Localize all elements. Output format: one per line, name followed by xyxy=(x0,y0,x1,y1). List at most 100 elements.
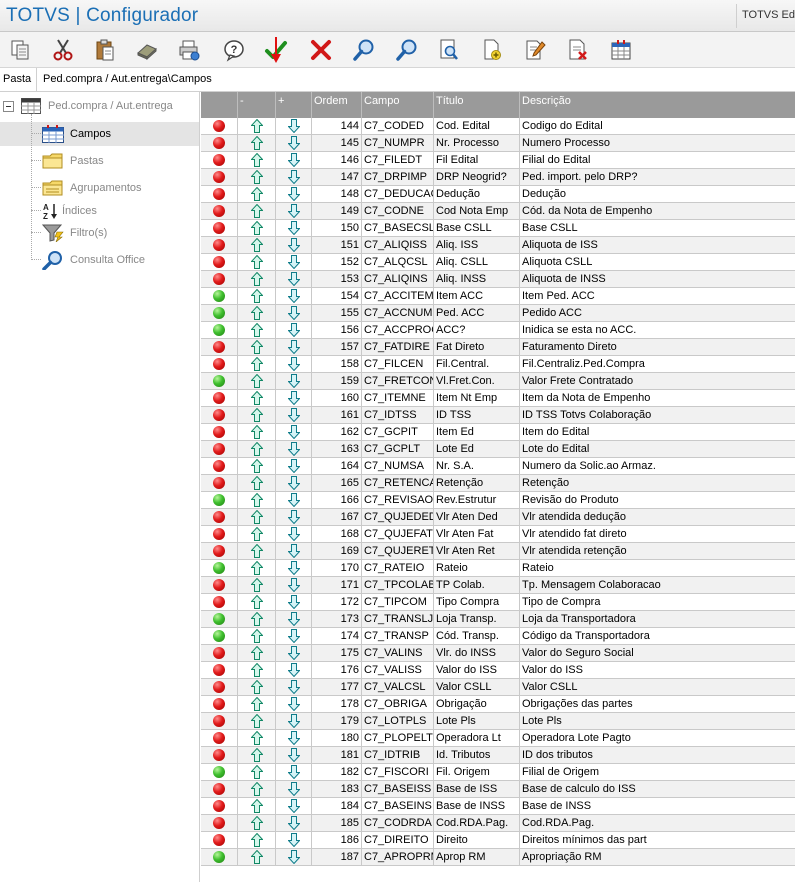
arrow-down-icon[interactable] xyxy=(287,442,301,457)
move-up-cell[interactable] xyxy=(238,543,276,560)
table-row[interactable]: 181 C7_IDTRIB Id. Tributos ID dos tributos xyxy=(201,747,795,764)
arrow-down-icon[interactable] xyxy=(287,748,301,763)
move-down-cell[interactable] xyxy=(276,696,312,713)
table-row[interactable]: 144 C7_CODED Cod. Edital Codigo do Edital xyxy=(201,118,795,135)
preview-button[interactable] xyxy=(434,36,464,64)
delete-button[interactable] xyxy=(563,36,593,64)
move-up-cell[interactable] xyxy=(238,152,276,169)
arrow-up-icon[interactable] xyxy=(250,373,264,388)
table-row[interactable]: 161 C7_IDTSS ID TSS ID TSS Totvs Colaboraçã… xyxy=(201,407,795,424)
move-up-cell[interactable] xyxy=(238,203,276,220)
table-row[interactable]: 185 C7_CODRDA Cod.RDA.Pag. Cod.RDA.Pag. xyxy=(201,815,795,832)
column-header-titulo[interactable]: Título xyxy=(434,92,520,118)
arrow-down-icon[interactable] xyxy=(287,493,301,508)
tree-item-indices[interactable]: AZ Índices xyxy=(42,200,97,222)
move-up-cell[interactable] xyxy=(238,594,276,611)
arrow-up-icon[interactable] xyxy=(250,832,264,847)
table-row[interactable]: 173 C7_TRANSLJ Loja Transp. Loja da Transpo… xyxy=(201,611,795,628)
table-row[interactable]: 174 C7_TRANSP Cód. Transp. Código da Transp… xyxy=(201,628,795,645)
edit-button[interactable] xyxy=(520,36,550,64)
arrow-down-icon[interactable] xyxy=(287,816,301,831)
move-down-cell[interactable] xyxy=(276,764,312,781)
move-up-cell[interactable] xyxy=(238,764,276,781)
move-up-cell[interactable] xyxy=(238,339,276,356)
move-up-cell[interactable] xyxy=(238,679,276,696)
move-down-cell[interactable] xyxy=(276,237,312,254)
arrow-down-icon[interactable] xyxy=(287,306,301,321)
move-up-cell[interactable] xyxy=(238,118,276,135)
table-row[interactable]: 152 C7_ALQCSL Aliq. CSLL Aliquota CSLL xyxy=(201,254,795,271)
tree-item-agrupamentos[interactable]: Agrupamentos xyxy=(42,177,142,199)
move-down-cell[interactable] xyxy=(276,390,312,407)
move-up-cell[interactable] xyxy=(238,356,276,373)
arrow-down-icon[interactable] xyxy=(287,272,301,287)
table-row[interactable]: 151 C7_ALIQISS Aliq. ISS Aliquota de ISS xyxy=(201,237,795,254)
move-up-cell[interactable] xyxy=(238,815,276,832)
move-up-cell[interactable] xyxy=(238,390,276,407)
arrow-up-icon[interactable] xyxy=(250,288,264,303)
move-up-cell[interactable] xyxy=(238,696,276,713)
move-down-cell[interactable] xyxy=(276,288,312,305)
table-row[interactable]: 153 C7_ALIQINS Aliq. INSS Aliquota de INSS xyxy=(201,271,795,288)
move-down-cell[interactable] xyxy=(276,203,312,220)
move-down-cell[interactable] xyxy=(276,798,312,815)
arrow-down-icon[interactable] xyxy=(287,238,301,253)
arrow-up-icon[interactable] xyxy=(250,492,264,507)
move-down-cell[interactable] xyxy=(276,407,312,424)
table-row[interactable]: 176 C7_VALISS Valor do ISS Valor do ISS xyxy=(201,662,795,679)
arrow-up-icon[interactable] xyxy=(250,611,264,626)
arrow-up-icon[interactable] xyxy=(250,407,264,422)
column-header-descricao[interactable]: Descrição xyxy=(520,92,795,118)
table-row[interactable]: 145 C7_NUMPR Nr. Processo Numero Processo xyxy=(201,135,795,152)
arrow-down-icon[interactable] xyxy=(287,799,301,814)
move-down-cell[interactable] xyxy=(276,220,312,237)
move-down-cell[interactable] xyxy=(276,781,312,798)
move-up-cell[interactable] xyxy=(238,441,276,458)
arrow-up-icon[interactable] xyxy=(250,220,264,235)
arrow-down-icon[interactable] xyxy=(287,544,301,559)
table-row[interactable]: 160 C7_ITEMNE Item Nt Emp Item da Nota de E… xyxy=(201,390,795,407)
move-down-cell[interactable] xyxy=(276,713,312,730)
arrow-down-icon[interactable] xyxy=(287,153,301,168)
table-row[interactable]: 175 C7_VALINS Vlr. do INSS Valor do Seguro … xyxy=(201,645,795,662)
arrow-down-icon[interactable] xyxy=(287,340,301,355)
column-header-plus[interactable]: + xyxy=(276,92,312,118)
move-down-cell[interactable] xyxy=(276,118,312,135)
arrow-down-icon[interactable] xyxy=(287,119,301,134)
arrow-up-icon[interactable] xyxy=(250,186,264,201)
arrow-down-icon[interactable] xyxy=(287,425,301,440)
arrow-up-icon[interactable] xyxy=(250,781,264,796)
new-button[interactable] xyxy=(477,36,507,64)
table-row[interactable]: 154 C7_ACCITEM Item ACC Item Ped. ACC xyxy=(201,288,795,305)
arrow-up-icon[interactable] xyxy=(250,458,264,473)
arrow-up-icon[interactable] xyxy=(250,662,264,677)
move-up-cell[interactable] xyxy=(238,798,276,815)
arrow-down-icon[interactable] xyxy=(287,289,301,304)
arrow-down-icon[interactable] xyxy=(287,323,301,338)
table-row[interactable]: 172 C7_TIPCOM Tipo Compra Tipo de Compra xyxy=(201,594,795,611)
move-down-cell[interactable] xyxy=(276,560,312,577)
table-row[interactable]: 155 C7_ACCNUM Ped. ACC Pedido ACC xyxy=(201,305,795,322)
move-down-cell[interactable] xyxy=(276,662,312,679)
arrow-up-icon[interactable] xyxy=(250,509,264,524)
move-up-cell[interactable] xyxy=(238,305,276,322)
arrow-up-icon[interactable] xyxy=(250,526,264,541)
table-row[interactable]: 177 C7_VALCSL Valor CSLL Valor CSLL xyxy=(201,679,795,696)
move-up-cell[interactable] xyxy=(238,781,276,798)
table-row[interactable]: 171 C7_TPCOLAB TP Colab. Tp. Mensagem Colab… xyxy=(201,577,795,594)
arrow-up-icon[interactable] xyxy=(250,713,264,728)
arrow-down-icon[interactable] xyxy=(287,527,301,542)
arrow-up-icon[interactable] xyxy=(250,475,264,490)
paste-button[interactable] xyxy=(90,36,120,64)
move-down-cell[interactable] xyxy=(276,152,312,169)
move-down-cell[interactable] xyxy=(276,135,312,152)
move-up-cell[interactable] xyxy=(238,526,276,543)
move-down-cell[interactable] xyxy=(276,849,312,866)
arrow-up-icon[interactable] xyxy=(250,339,264,354)
table-row[interactable]: 147 C7_DRPIMP DRP Neogrid? Ped. import. pel… xyxy=(201,169,795,186)
arrow-down-icon[interactable] xyxy=(287,697,301,712)
move-up-cell[interactable] xyxy=(238,662,276,679)
arrow-down-icon[interactable] xyxy=(287,459,301,474)
arrow-up-icon[interactable] xyxy=(250,628,264,643)
arrow-down-icon[interactable] xyxy=(287,255,301,270)
